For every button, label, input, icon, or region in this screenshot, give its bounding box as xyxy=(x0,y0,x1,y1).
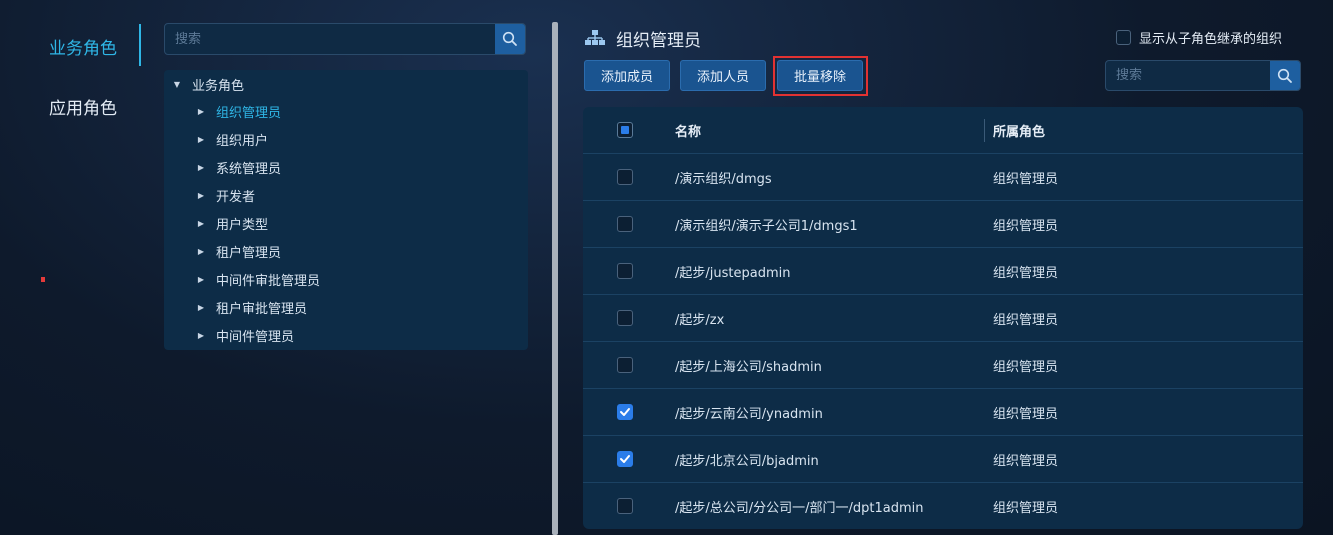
tree-node-label: 租户审批管理员 xyxy=(216,301,308,317)
partial-select-indicator xyxy=(621,126,629,134)
tree-node-tenant-admin[interactable]: ▶ 租户管理员 xyxy=(196,237,281,265)
table-row[interactable]: /演示组织/dmgs 组织管理员 xyxy=(583,154,1303,201)
table-header: 名称 所属角色 xyxy=(583,107,1303,154)
search-icon xyxy=(502,31,517,46)
caret-right-icon[interactable]: ▶ xyxy=(196,331,206,340)
column-header-name[interactable]: 名称 xyxy=(675,107,701,154)
caret-right-icon[interactable]: ▶ xyxy=(196,303,206,312)
role-tree: ▼ 业务角色 ▶ 组织管理员 ▶ 组织用户 ▶ 系统管理员 ▶ 开发者 ▶ 用户… xyxy=(164,70,528,350)
tree-node-org-admin[interactable]: ▶ 组织管理员 xyxy=(196,97,281,125)
row-role: 组织管理员 xyxy=(993,360,1059,375)
add-person-button[interactable]: 添加人员 xyxy=(680,60,766,91)
tree-node-middleware-admin[interactable]: ▶ 中间件管理员 xyxy=(196,321,294,349)
row-name: /起步/上海公司/shadmin xyxy=(675,360,822,375)
row-role: 组织管理员 xyxy=(993,313,1059,328)
tree-node-label: 组织管理员 xyxy=(216,105,282,121)
row-checkbox[interactable] xyxy=(617,357,633,373)
tree-node-label: 业务角色 xyxy=(192,78,245,94)
row-role: 组织管理员 xyxy=(993,407,1059,422)
tree-search-box xyxy=(164,23,526,55)
row-name: /起步/zx xyxy=(675,313,725,328)
check-icon xyxy=(620,408,630,416)
panel-title: 组织管理员 xyxy=(584,27,701,51)
tab-business-roles[interactable]: 业务角色 xyxy=(49,34,117,59)
tree-search-input[interactable] xyxy=(165,24,495,54)
caret-right-icon[interactable]: ▶ xyxy=(196,247,206,256)
highlight-box xyxy=(773,56,868,96)
table-row[interactable]: /起步/justepadmin 组织管理员 xyxy=(583,248,1303,295)
row-role: 组织管理员 xyxy=(993,219,1059,234)
caret-down-icon[interactable]: ▼ xyxy=(172,80,182,89)
row-checkbox[interactable] xyxy=(617,451,633,467)
tree-node-label: 中间件审批管理员 xyxy=(216,273,321,289)
row-role: 组织管理员 xyxy=(993,172,1059,187)
active-tab-indicator xyxy=(139,24,141,66)
row-checkbox[interactable] xyxy=(617,169,633,185)
select-all-checkbox[interactable] xyxy=(617,122,633,138)
row-role: 组织管理员 xyxy=(993,501,1059,516)
table-row[interactable]: /起步/总公司/分公司一/部门一/dpt1admin 组织管理员 xyxy=(583,483,1303,529)
row-checkbox[interactable] xyxy=(617,404,633,420)
show-inherited-label: 显示从子角色继承的组织 xyxy=(1139,32,1283,47)
row-checkbox[interactable] xyxy=(617,310,633,326)
tree-node-label: 中间件管理员 xyxy=(216,329,295,345)
member-search-box xyxy=(1105,60,1301,91)
panel-splitter[interactable] xyxy=(552,22,558,535)
member-search-button[interactable] xyxy=(1270,61,1300,90)
red-marker xyxy=(41,277,45,282)
tree-node-developer[interactable]: ▶ 开发者 xyxy=(196,181,255,209)
add-member-button[interactable]: 添加成员 xyxy=(584,60,670,91)
tab-application-roles[interactable]: 应用角色 xyxy=(49,94,117,119)
tree-search-button[interactable] xyxy=(495,24,525,54)
caret-right-icon[interactable]: ▶ xyxy=(196,135,206,144)
tree-node-label: 用户类型 xyxy=(216,217,269,233)
table-row[interactable]: /演示组织/演示子公司1/dmgs1 组织管理员 xyxy=(583,201,1303,248)
column-resize-handle[interactable] xyxy=(984,119,985,142)
member-search-input[interactable] xyxy=(1106,61,1271,90)
table-row[interactable]: /起步/云南公司/ynadmin 组织管理员 xyxy=(583,389,1303,436)
tree-node-org-user[interactable]: ▶ 组织用户 xyxy=(196,125,268,153)
check-icon xyxy=(620,455,630,463)
tree-node-label: 组织用户 xyxy=(216,133,269,149)
show-inherited-checkbox[interactable] xyxy=(1116,30,1131,45)
row-role: 组织管理员 xyxy=(993,454,1059,469)
caret-right-icon[interactable]: ▶ xyxy=(196,275,206,284)
role-type-tabs: 业务角色 应用角色 xyxy=(0,0,150,535)
tree-node-label: 开发者 xyxy=(216,189,256,205)
row-name: /起步/北京公司/bjadmin xyxy=(675,454,819,469)
column-header-role[interactable]: 所属角色 xyxy=(993,107,1045,154)
caret-right-icon[interactable]: ▶ xyxy=(196,107,206,116)
org-structure-icon xyxy=(585,30,605,45)
tree-node-middleware-approval-admin[interactable]: ▶ 中间件审批管理员 xyxy=(196,265,320,293)
table-row[interactable]: /起步/zx 组织管理员 xyxy=(583,295,1303,342)
row-name: /演示组织/dmgs xyxy=(675,172,772,187)
row-checkbox[interactable] xyxy=(617,498,633,514)
tree-node-tenant-approval-admin[interactable]: ▶ 租户审批管理员 xyxy=(196,293,307,321)
tree-node-label: 系统管理员 xyxy=(216,161,282,177)
row-role: 组织管理员 xyxy=(993,266,1059,281)
member-table: 名称 所属角色 /演示组织/dmgs 组织管理员 /演示组织/演示子公司1/dm… xyxy=(583,107,1303,529)
tree-node-sys-admin[interactable]: ▶ 系统管理员 xyxy=(196,153,281,181)
caret-right-icon[interactable]: ▶ xyxy=(196,191,206,200)
tree-node-user-type[interactable]: ▶ 用户类型 xyxy=(196,209,268,237)
row-name: /起步/justepadmin xyxy=(675,266,791,281)
tree-root-business-roles[interactable]: ▼ 业务角色 xyxy=(172,70,244,98)
show-inherited-option[interactable]: 显示从子角色继承的组织 xyxy=(1116,28,1282,47)
table-row[interactable]: /起步/上海公司/shadmin 组织管理员 xyxy=(583,342,1303,389)
app-root: 业务角色 应用角色 ▼ 业务角色 ▶ 组织管理员 ▶ 组织用户 ▶ 系统 xyxy=(0,0,1333,535)
row-checkbox[interactable] xyxy=(617,216,633,232)
row-checkbox[interactable] xyxy=(617,263,633,279)
caret-right-icon[interactable]: ▶ xyxy=(196,163,206,172)
row-name: /演示组织/演示子公司1/dmgs1 xyxy=(675,219,858,234)
tree-node-label: 租户管理员 xyxy=(216,245,282,261)
row-name: /起步/云南公司/ynadmin xyxy=(675,407,823,422)
table-row[interactable]: /起步/北京公司/bjadmin 组织管理员 xyxy=(583,436,1303,483)
panel-title-text: 组织管理员 xyxy=(616,30,701,51)
search-icon xyxy=(1277,68,1292,83)
row-name: /起步/总公司/分公司一/部门一/dpt1admin xyxy=(675,501,924,516)
caret-right-icon[interactable]: ▶ xyxy=(196,219,206,228)
